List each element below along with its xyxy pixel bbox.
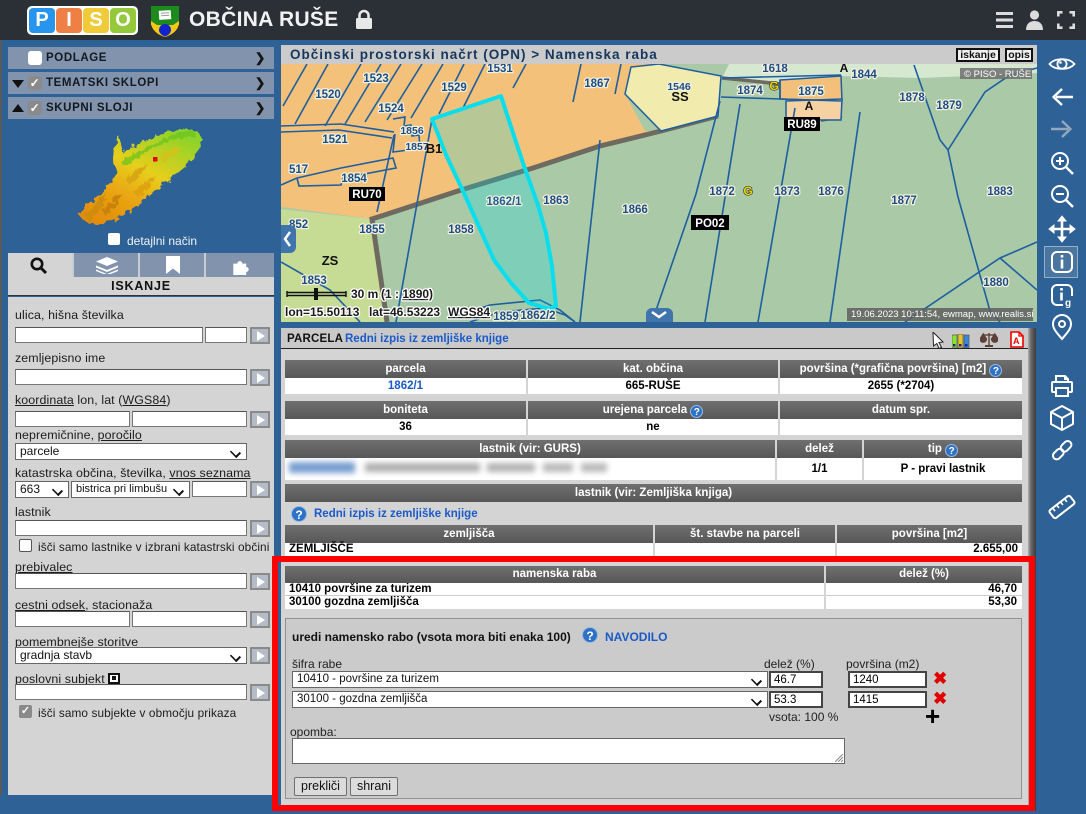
svg-text:1879: 1879 <box>936 100 962 112</box>
svg-text:1853: 1853 <box>301 275 327 287</box>
svg-text:RU70: RU70 <box>352 189 381 201</box>
svg-text:WGS84: WGS84 <box>448 305 490 319</box>
svg-text:RU89: RU89 <box>787 119 816 131</box>
svg-text:1877: 1877 <box>891 195 917 207</box>
svg-text:SS: SS <box>671 89 689 104</box>
svg-text:1856: 1856 <box>400 125 424 137</box>
svg-text:30 m: 30 m <box>351 287 378 301</box>
svg-text:1873: 1873 <box>774 186 800 198</box>
svg-text:517: 517 <box>289 164 308 176</box>
svg-text:G: G <box>769 79 778 93</box>
svg-text:1844: 1844 <box>851 69 877 81</box>
svg-text:G: G <box>743 184 752 198</box>
svg-text:1618: 1618 <box>762 64 788 75</box>
svg-text:1854: 1854 <box>341 173 367 185</box>
svg-text:1867: 1867 <box>584 78 610 90</box>
svg-text:1872: 1872 <box>709 186 735 198</box>
svg-text:PO02: PO02 <box>695 218 724 230</box>
svg-text:1866: 1866 <box>622 204 648 216</box>
svg-text:1858: 1858 <box>448 224 474 236</box>
svg-text:19.06.2023 10:11:54, ewmap, ww: 19.06.2023 10:11:54, ewmap, www.realis.s… <box>851 309 1034 320</box>
svg-text:1875: 1875 <box>798 86 824 98</box>
svg-text:lon=15.50113: lon=15.50113 <box>285 305 360 319</box>
svg-text:© PISO - RUŠE: © PISO - RUŠE <box>964 69 1031 80</box>
svg-text:A: A <box>1013 336 1020 346</box>
svg-text:1524: 1524 <box>378 103 404 115</box>
svg-text:1863: 1863 <box>543 195 569 207</box>
svg-text:ZS: ZS <box>322 253 339 268</box>
svg-text:1878: 1878 <box>899 92 925 104</box>
svg-text:1523: 1523 <box>363 73 389 85</box>
svg-text:A: A <box>805 99 814 113</box>
svg-text:1883: 1883 <box>987 186 1013 198</box>
svg-text:1859: 1859 <box>493 311 519 322</box>
svg-text:1531: 1531 <box>487 64 513 75</box>
svg-text:1521: 1521 <box>322 134 348 146</box>
svg-text:1855: 1855 <box>359 224 385 236</box>
svg-text:lat=46.53223: lat=46.53223 <box>369 305 440 319</box>
svg-text:B1: B1 <box>426 141 443 156</box>
svg-text:g: g <box>1065 298 1071 309</box>
svg-text:1520: 1520 <box>315 89 341 101</box>
svg-text:1880: 1880 <box>983 277 1009 289</box>
svg-text:1876: 1876 <box>818 186 844 198</box>
svg-text:1862/1: 1862/1 <box>486 196 522 208</box>
svg-text:1529: 1529 <box>441 82 467 94</box>
svg-text:1862/2: 1862/2 <box>520 310 555 322</box>
svg-text:A: A <box>840 64 849 75</box>
svg-text:1874: 1874 <box>737 85 763 97</box>
svg-text:(1 : 1890): (1 : 1890) <box>381 287 433 301</box>
